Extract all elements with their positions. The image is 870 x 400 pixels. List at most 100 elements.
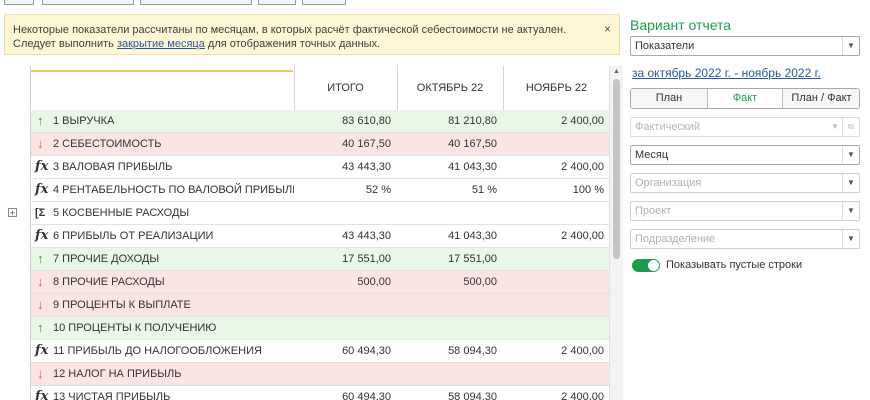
notice-text-pre: Следует выполнить: [13, 38, 117, 50]
cell-total: 43 443,30: [342, 230, 391, 242]
cell-total: 500,00: [357, 276, 391, 288]
report-variant-select[interactable]: Показатели ▼: [630, 36, 860, 56]
table-row[interactable]: ↑ 10 ПРОЦЕНТЫ К ПОЛУЧЕНИЮ: [31, 317, 610, 340]
cell-october: 41 043,30: [448, 161, 497, 173]
scroll-up-icon[interactable]: ▲: [613, 68, 620, 75]
chevron-down-icon[interactable]: ▼: [842, 146, 859, 164]
cell-october: 41 043,30: [448, 230, 497, 242]
cell-october: 40 167,50: [448, 138, 497, 150]
row-name: 4 РЕНТАБЕЛЬНОСТЬ ПО ВАЛОВОЙ ПРИБЫЛИ: [53, 184, 294, 196]
table-row[interactable]: fx 3 ВАЛОВАЯ ПРИБЫЛЬ 43 443,30 41 043,30…: [31, 156, 610, 179]
show-empty-rows-label[interactable]: Показывать пустые строки: [666, 259, 802, 272]
row-name: 11 ПРИБЫЛЬ ДО НАЛОГООБЛОЖЕНИЯ: [53, 345, 262, 357]
period-link[interactable]: за октябрь 2022 г. - ноябрь 2022 г.: [632, 66, 821, 80]
row-name: 1 ВЫРУЧКА: [53, 115, 115, 127]
organization-placeholder: Организация: [635, 177, 702, 189]
cell-november: 100 %: [572, 184, 604, 196]
toolbar-button-stub-5[interactable]: [302, 0, 346, 5]
cell-october: 17 551,00: [448, 253, 497, 265]
table-row[interactable]: [Σ 5 КОСВЕННЫЕ РАСХОДЫ: [31, 202, 610, 225]
cell-total: [294, 317, 397, 339]
plan-button[interactable]: План: [631, 89, 708, 108]
row-name: 5 КОСВЕННЫЕ РАСХОДЫ: [53, 207, 190, 219]
notice-line-2: Следует выполнить закрытие месяца для от…: [13, 37, 619, 51]
project-select[interactable]: Проект ▼: [630, 201, 860, 221]
row-name: 2 СЕБЕСТОИМОСТЬ: [53, 138, 162, 150]
fact-button[interactable]: Факт: [708, 89, 783, 108]
table-row[interactable]: ↓ 8 ПРОЧИЕ РАСХОДЫ 500,00 500,00: [31, 271, 610, 294]
toolbar-button-stub-4[interactable]: [258, 0, 296, 5]
cell-november: 2 400,00: [561, 161, 604, 173]
division-placeholder: Подразделение: [635, 233, 716, 245]
cell-november: [503, 248, 610, 270]
cell-november: [503, 133, 610, 155]
row-name: 12 НАЛОГ НА ПРИБЫЛЬ: [53, 368, 182, 380]
cell-november: [503, 271, 610, 293]
column-header-november[interactable]: НОЯБРЬ 22: [503, 66, 610, 110]
expand-group-icon[interactable]: +: [8, 208, 17, 218]
periodicity-value: Месяц: [635, 149, 669, 161]
cell-october: 58 094,30: [448, 345, 497, 357]
table-row[interactable]: ↓ 9 ПРОЦЕНТЫ К ВЫПЛАТЕ: [31, 294, 610, 317]
toolbar-button-stub-1[interactable]: [4, 0, 34, 5]
table-row[interactable]: fx 6 ПРИБЫЛЬ ОТ РЕАЛИЗАЦИИ 43 443,30 41 …: [31, 225, 610, 248]
cell-november: 2 400,00: [561, 345, 604, 357]
toolbar-button-stub-3[interactable]: [140, 0, 252, 5]
table-row[interactable]: fx 11 ПРИБЫЛЬ ДО НАЛОГООБЛОЖЕНИЯ 60 494,…: [31, 340, 610, 363]
chevron-down-icon[interactable]: ▼: [842, 230, 859, 248]
report-table: ИТОГО ОКТЯБРЬ 22 НОЯБРЬ 22 ↑ 1 ВЫРУЧКА 8…: [30, 66, 610, 400]
project-placeholder: Проект: [635, 205, 672, 217]
cell-october: [397, 202, 503, 224]
close-month-link[interactable]: закрытие месяца: [117, 38, 205, 50]
plan-fact-button[interactable]: План / Факт: [783, 89, 859, 108]
cell-total: 40 167,50: [342, 138, 391, 150]
plan-fact-switch: План Факт План / Факт: [630, 88, 860, 109]
toggle-knob: [648, 260, 659, 271]
cell-november: 2 400,00: [561, 115, 604, 127]
cell-october: [397, 317, 503, 339]
cell-november: [503, 363, 610, 385]
close-icon[interactable]: ×: [604, 22, 611, 36]
table-row[interactable]: ↑ 1 ВЫРУЧКА 83 610,80 81 210,80 2 400,00: [31, 110, 610, 133]
chevron-down-icon[interactable]: ▼: [842, 202, 859, 220]
column-header-total[interactable]: ИТОГО: [294, 66, 397, 110]
vertical-scrollbar[interactable]: ▲: [609, 66, 623, 400]
scrollbar-thumb[interactable]: [613, 79, 620, 259]
cell-october: 58 094,30: [448, 391, 497, 400]
show-empty-rows-toggle[interactable]: [632, 259, 660, 272]
table-row[interactable]: ↑ 7 ПРОЧИЕ ДОХОДЫ 17 551,00 17 551,00: [31, 248, 610, 271]
table-row[interactable]: fx 4 РЕНТАБЕЛЬНОСТЬ ПО ВАЛОВОЙ ПРИБЫЛИ 5…: [31, 179, 610, 202]
periodicity-select[interactable]: Месяц ▼: [630, 145, 860, 165]
notice-text-post: для отображения точных данных.: [204, 38, 381, 50]
chevron-down-icon[interactable]: ▼: [842, 174, 859, 192]
cell-total: 60 494,30: [342, 391, 391, 400]
cell-total: 60 494,30: [342, 345, 391, 357]
chevron-down-icon[interactable]: ▼: [827, 118, 843, 136]
row-name: 9 ПРОЦЕНТЫ К ВЫПЛАТЕ: [53, 299, 191, 311]
scenario-value: Фактический: [635, 121, 701, 133]
table-header: ИТОГО ОКТЯБРЬ 22 НОЯБРЬ 22: [31, 66, 610, 111]
table-row[interactable]: ↓ 12 НАЛОГ НА ПРИБЫЛЬ: [31, 363, 610, 386]
cell-total: [294, 363, 397, 385]
report-variant-value: Показатели: [635, 40, 695, 52]
cell-november: [503, 202, 610, 224]
report-variant-title: Вариант отчета: [630, 17, 732, 33]
table-row[interactable]: fx 13 ЧИСТАЯ ПРИБЫЛЬ 60 494,30 58 094,30…: [31, 386, 610, 400]
chevron-down-icon[interactable]: ▼: [842, 37, 859, 55]
cell-october: 51 %: [471, 184, 497, 196]
column-header-october[interactable]: ОКТЯБРЬ 22: [397, 66, 503, 110]
organization-select[interactable]: Организация ▼: [630, 173, 860, 193]
division-select[interactable]: Подразделение ▼: [630, 229, 860, 249]
cell-november: 2 400,00: [561, 391, 604, 400]
scenario-select[interactable]: Фактический ▼ ⧉: [630, 117, 860, 137]
cell-total: 43 443,30: [342, 161, 391, 173]
cell-total: [294, 294, 397, 316]
row-name: 10 ПРОЦЕНТЫ К ПОЛУЧЕНИЮ: [53, 322, 217, 334]
notice-banner: Некоторые показатели рассчитаны по месяц…: [4, 14, 620, 55]
notice-line-1: Некоторые показатели рассчитаны по месяц…: [13, 24, 567, 36]
cell-october: [397, 294, 503, 316]
toolbar-button-stub-2[interactable]: [42, 0, 134, 5]
table-row[interactable]: ↓ 2 СЕБЕСТОИМОСТЬ 40 167,50 40 167,50: [31, 133, 610, 156]
open-icon[interactable]: ⧉: [842, 118, 859, 136]
cell-october: 500,00: [463, 276, 497, 288]
